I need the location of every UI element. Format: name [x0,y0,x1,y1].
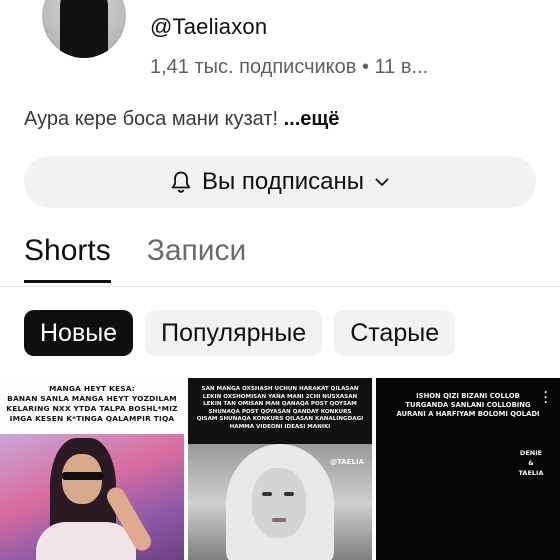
short-caption: MANGA HEYT KESA: BANAN SANLA MANGA HEYT … [6,384,178,423]
short-thumbnail[interactable]: · · · ISHON QIZI BIZANI COLLOB TURGANDA SA… [376,378,560,560]
channel-handle: @Taeliaxon [150,14,268,39]
short-signature: DENIE & TAELIA [518,449,544,477]
bell-icon [170,170,192,194]
short-thumbnail[interactable]: SAN MANGA OXSHASH UCHUN HARAKAT QILASAN … [188,378,372,560]
more-link[interactable]: ...ещё [284,108,340,130]
short-thumbnail[interactable]: MANGA HEYT KESA: BANAN SANLA MANGA HEYT … [0,378,184,560]
chevron-down-icon [374,177,390,187]
tab-shorts[interactable]: Shorts [24,234,111,283]
channel-tabs: Shorts Записи [24,234,246,283]
description-text: Аура кере боса мани кузат! [24,108,279,130]
short-caption: ISHON QIZI BIZANI COLLOB TURGANDA SANLAN… [396,392,540,418]
subscribed-button[interactable]: Вы подписаны [24,156,536,208]
tab-posts[interactable]: Записи [147,234,247,283]
subscribed-label: Вы подписаны [202,168,364,195]
short-watermark: @TAELIA [330,458,364,466]
channel-stats: 1,41 тыс. подписчиков • 11 в... [150,56,429,78]
chip-popular[interactable]: Популярные [145,310,323,356]
short-image [0,434,184,560]
chip-newest[interactable]: Новые [24,310,134,356]
tabs-divider [0,286,560,287]
channel-avatar[interactable] [42,0,126,58]
short-caption: SAN MANGA OXSHASH UCHUN HARAKAT QILASAN … [196,386,364,430]
sort-chips: Новые Популярные Старые [24,310,456,356]
channel-description[interactable]: Аура кере боса мани кузат! ...ещё [24,108,339,131]
chip-oldest[interactable]: Старые [334,310,456,356]
